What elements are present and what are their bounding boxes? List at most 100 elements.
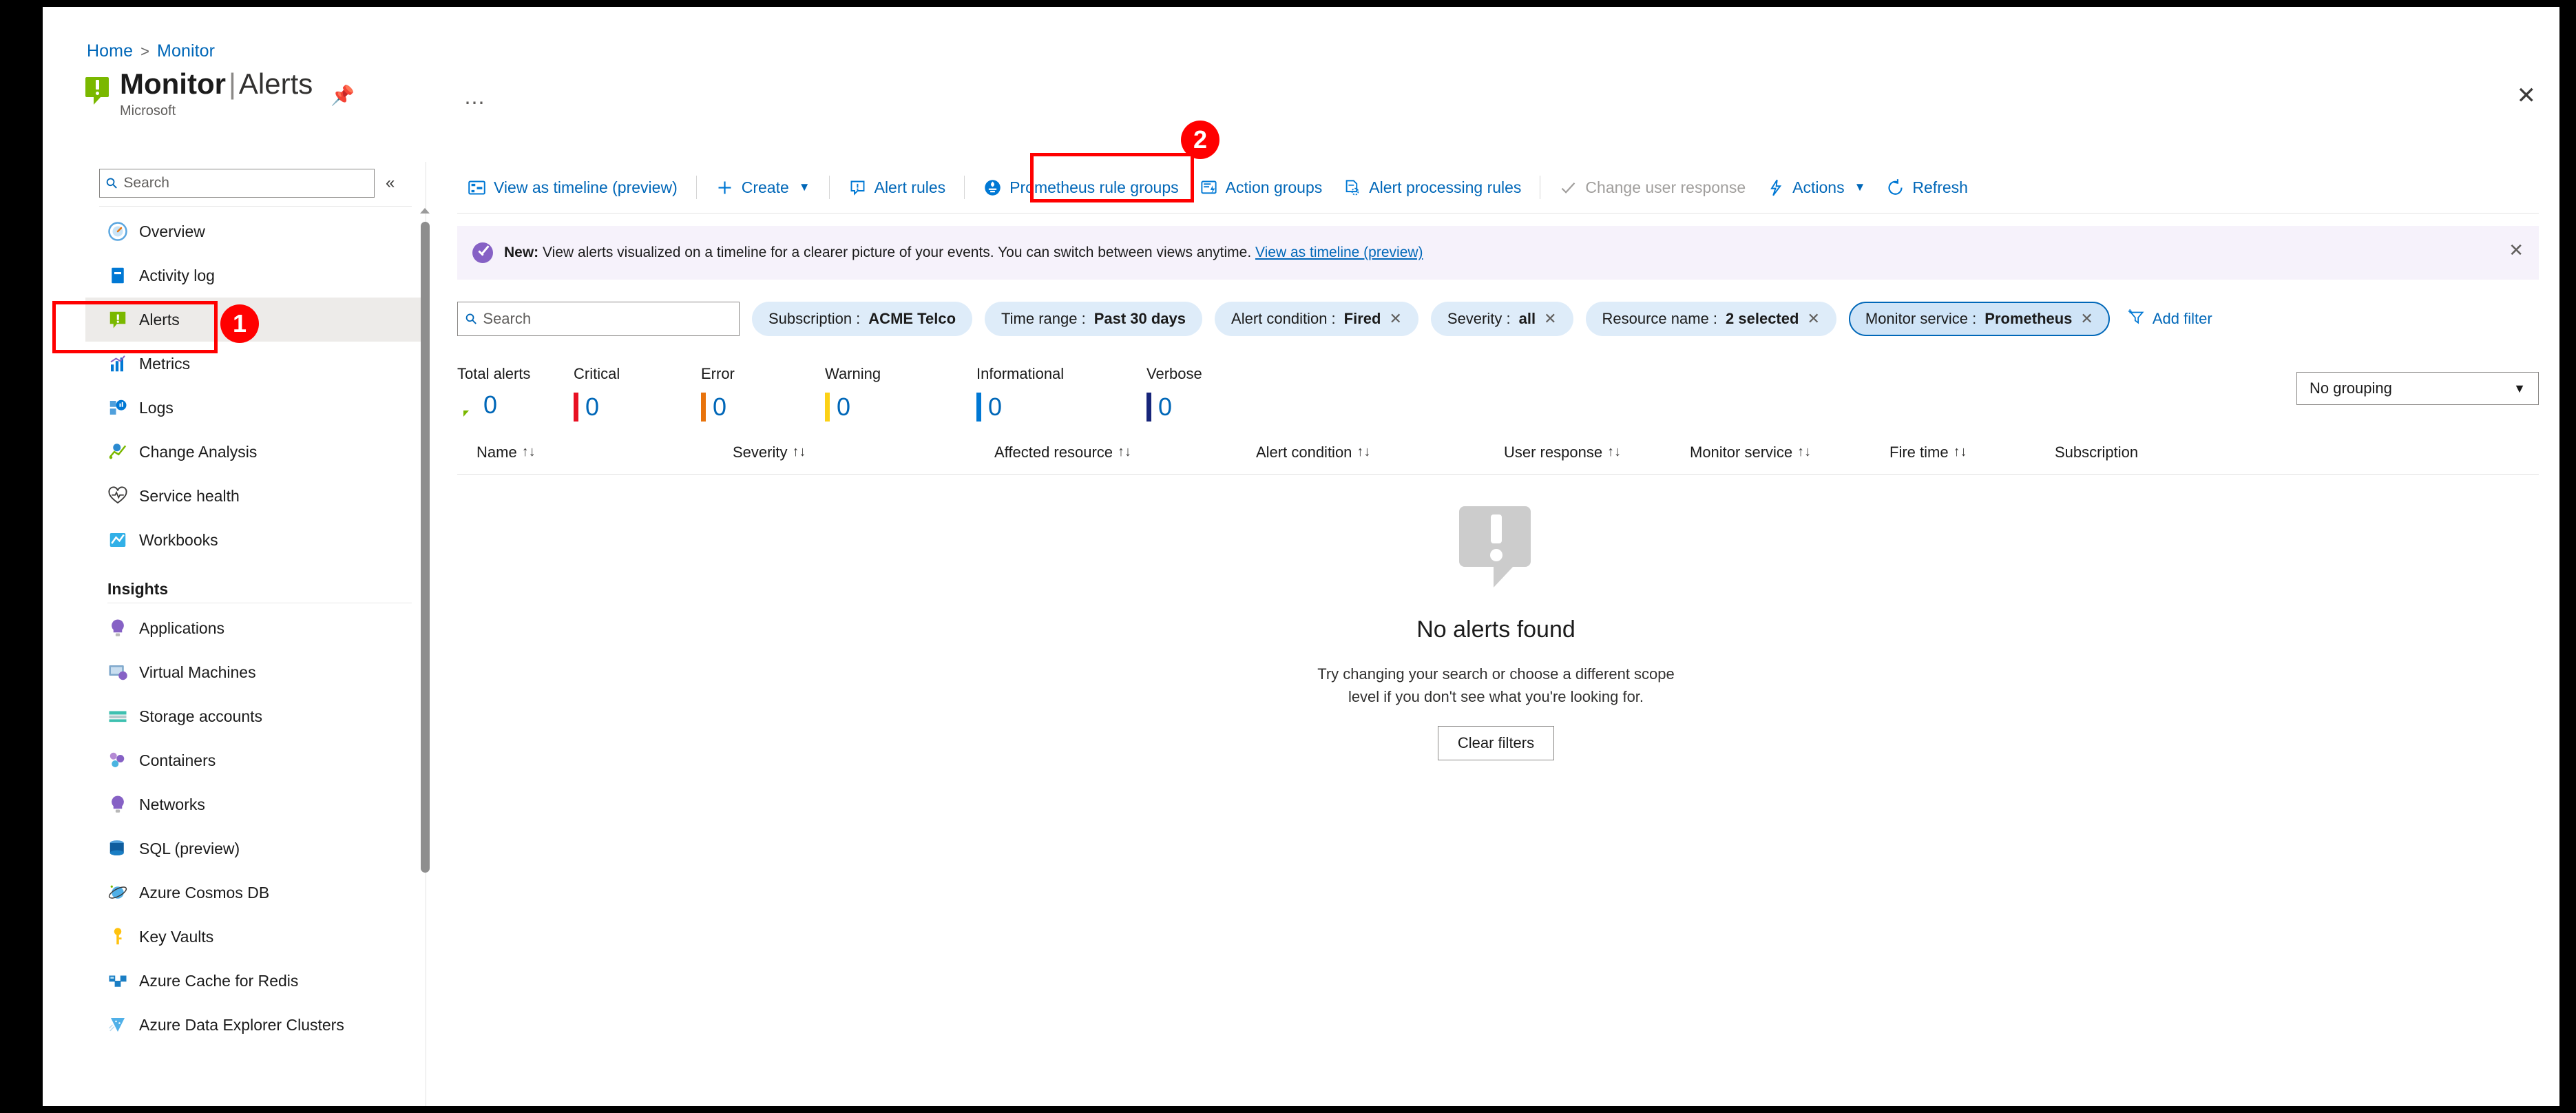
summary-value: 0 — [585, 393, 600, 421]
breadcrumb-home[interactable]: Home — [87, 41, 133, 61]
summary-verbose[interactable]: Verbose 0 — [1146, 365, 1202, 422]
sidebar-item-applications[interactable]: Applications — [85, 606, 426, 650]
summary-informational[interactable]: Informational 0 — [976, 365, 1064, 422]
chevron-down-icon: ▼ — [798, 180, 810, 194]
summary-error[interactable]: Error 0 — [701, 365, 735, 422]
alert-bubble-grey-icon — [1458, 506, 1533, 579]
checkmark-icon — [1559, 178, 1578, 197]
toolbar-create[interactable]: Create ▼ — [705, 174, 821, 202]
sidebar-item-workbooks[interactable]: Workbooks — [85, 518, 426, 562]
scroll-up-arrow-icon[interactable] — [420, 208, 430, 214]
sidebar-item-storage-accounts[interactable]: Storage accounts — [85, 694, 426, 738]
add-filter-label: Add filter — [2152, 310, 2212, 327]
toolbar-view-as-timeline[interactable]: View as timeline (preview) — [457, 174, 688, 202]
filter-chip-monitor-service[interactable]: Monitor service : Prometheus ✕ — [1848, 302, 2110, 336]
more-options-icon[interactable]: ⋯ — [464, 91, 486, 115]
sidebar-item-azure-cache-for-redis[interactable]: Azure Cache for Redis — [85, 959, 426, 1003]
toolbar-actions[interactable]: Actions ▼ — [1756, 174, 1876, 202]
sidebar-item-label: Azure Cosmos DB — [139, 883, 270, 902]
column-header-fire-time[interactable]: Fire time ↑↓ — [1889, 444, 1967, 461]
main-content: View as timeline (preview) Create ▼ Aler… — [432, 162, 2559, 1106]
workbook-icon — [107, 530, 128, 550]
column-header-name[interactable]: Name ↑↓ — [477, 444, 536, 461]
chip-remove-icon[interactable]: ✕ — [1544, 310, 1556, 328]
sidebar-item-containers[interactable]: Containers — [85, 738, 426, 782]
scrollbar-thumb[interactable] — [421, 222, 430, 873]
sidebar-item-logs[interactable]: Logs — [85, 386, 426, 430]
plus-icon — [715, 178, 734, 197]
toolbar-change-user-response[interactable]: Change user response — [1549, 174, 1756, 202]
summary-value: 0 — [988, 393, 1003, 421]
summary-total-alerts[interactable]: Total alerts 0 — [457, 365, 530, 417]
column-header-severity[interactable]: Severity ↑↓ — [733, 444, 806, 461]
chip-remove-icon[interactable]: ✕ — [1807, 310, 1819, 328]
sidebar-item-azure-cosmos-db[interactable]: Azure Cosmos DB — [85, 871, 426, 915]
clear-filters-button[interactable]: Clear filters — [1437, 726, 1555, 760]
timeline-icon — [468, 178, 486, 197]
sidebar-item-label: Change Analysis — [139, 442, 258, 461]
grouping-select[interactable]: No grouping ▼ — [2296, 372, 2539, 405]
sidebar-item-change-analysis[interactable]: Change Analysis — [85, 430, 426, 474]
banner-close-icon[interactable]: ✕ — [2509, 240, 2524, 261]
column-header-subscription[interactable]: Subscription — [2055, 444, 2138, 461]
sidebar-item-label: SQL (preview) — [139, 839, 240, 857]
sidebar-item-service-health[interactable]: Service health — [85, 474, 426, 518]
column-header-user-response[interactable]: User response ↑↓ — [1504, 444, 1621, 461]
empty-state-title: No alerts found — [1416, 616, 1575, 643]
add-filter-button[interactable]: Add filter — [2122, 308, 2212, 330]
toolbar-alert-rules[interactable]: Alert rules — [838, 174, 956, 202]
column-header-alert-condition[interactable]: Alert condition ↑↓ — [1256, 444, 1370, 461]
column-header-affected-resource[interactable]: Affected resource ↑↓ — [994, 444, 1131, 461]
breadcrumb-monitor[interactable]: Monitor — [157, 41, 215, 61]
filter-chip-alert-condition[interactable]: Alert condition : Fired ✕ — [1215, 302, 1418, 336]
severity-bar — [1146, 393, 1151, 422]
alerts-search-input[interactable]: ⚲ Search — [457, 302, 740, 336]
sidebar-item-networks[interactable]: Networks — [85, 782, 426, 826]
sidebar-item-key-vaults[interactable]: Key Vaults — [85, 915, 426, 959]
banner-link[interactable]: View as timeline (preview) — [1255, 245, 1423, 260]
summary-label: Warning — [825, 365, 881, 382]
toolbar-prometheus-rule-groups[interactable]: Prometheus rule groups — [973, 174, 1188, 202]
chevron-down-icon: ▼ — [2513, 381, 2526, 395]
sidebar-item-metrics[interactable]: Metrics — [85, 342, 426, 386]
summary-critical[interactable]: Critical 0 — [574, 365, 620, 422]
sidebar-item-label: Containers — [139, 751, 216, 769]
sidebar-item-virtual-machines[interactable]: Virtual Machines — [85, 650, 426, 694]
filter-chip-severity[interactable]: Severity : all ✕ — [1430, 302, 1573, 336]
page-title-pipe: | — [228, 67, 236, 100]
sidebar-item-label: Metrics — [139, 354, 191, 373]
filter-chip-resource-name[interactable]: Resource name : 2 selected ✕ — [1585, 302, 1836, 336]
toolbar-action-groups[interactable]: Action groups — [1189, 174, 1333, 202]
annotation-badge-2: 2 — [1181, 121, 1219, 159]
sidebar-item-sql-preview[interactable]: SQL (preview) — [85, 826, 426, 871]
chip-value: 2 selected — [1726, 310, 1799, 327]
column-header-monitor-service[interactable]: Monitor service ↑↓ — [1690, 444, 1811, 461]
column-label: Name — [477, 443, 517, 461]
filter-chip-time-range[interactable]: Time range : Past 30 days — [985, 302, 1203, 336]
chip-remove-icon[interactable]: ✕ — [2080, 310, 2093, 328]
refresh-icon — [1886, 178, 1905, 197]
sidebar-item-overview[interactable]: Overview — [85, 209, 426, 253]
key-icon — [107, 926, 128, 947]
column-label: User response — [1504, 443, 1603, 461]
summary-label: Total alerts — [457, 365, 531, 382]
collapse-chevrons-icon[interactable]: « — [386, 174, 395, 193]
sidebar-search-input[interactable]: ⚲ Search — [99, 169, 375, 198]
toolbar-label: Refresh — [1912, 178, 1968, 196]
summary-warning[interactable]: Warning 0 — [825, 365, 881, 422]
sidebar-divider — [99, 206, 412, 207]
chip-value: Prometheus — [1985, 310, 2073, 327]
alerts-table-header: Name ↑↓ Severity ↑↓ Affected resource ↑↓ Al… — [457, 430, 2539, 475]
sidebar-scrollbar[interactable] — [418, 207, 432, 902]
toolbar-alert-processing-rules[interactable]: Alert processing rules — [1332, 174, 1531, 202]
page-title: Monitor|Alerts — [120, 67, 313, 100]
toolbar-refresh[interactable]: Refresh — [1876, 174, 1978, 202]
filter-chip-subscription[interactable]: Subscription : ACME Telco — [752, 302, 973, 336]
close-icon[interactable]: ✕ — [2517, 84, 2537, 107]
toolbar-label: Alert rules — [874, 178, 946, 196]
pin-icon[interactable]: 📌 — [331, 84, 355, 107]
sidebar-item-azure-data-explorer-clusters[interactable]: Azure Data Explorer Clusters — [85, 1003, 426, 1047]
sidebar-item-activity-log[interactable]: Activity log — [85, 253, 426, 298]
sidebar-item-label: Storage accounts — [139, 707, 263, 725]
chip-remove-icon[interactable]: ✕ — [1389, 310, 1401, 328]
